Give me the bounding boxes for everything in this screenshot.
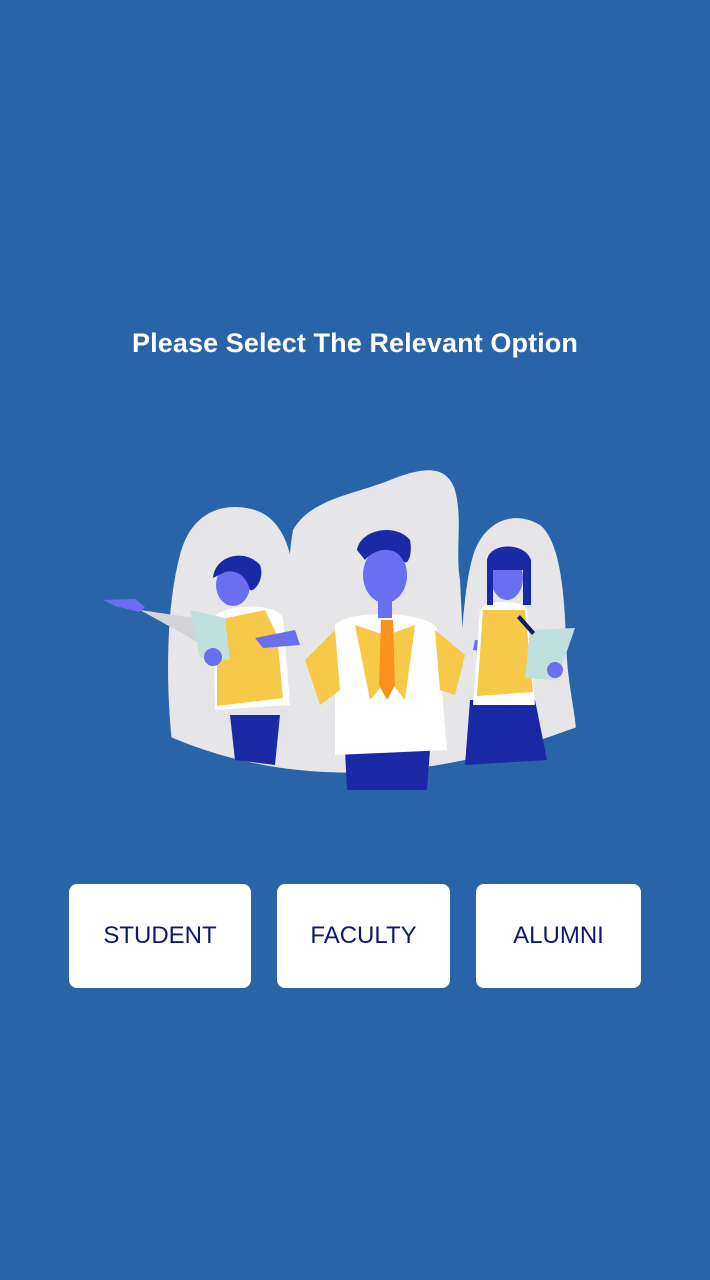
option-button-row: STUDENT FACULTY ALUMNI xyxy=(0,884,710,988)
alumni-button[interactable]: ALUMNI xyxy=(476,884,641,988)
people-group-illustration xyxy=(103,470,595,790)
page-title: Please Select The Relevant Option xyxy=(132,328,578,358)
faculty-button[interactable]: FACULTY xyxy=(277,884,450,988)
selection-screen: Please Select The Relevant Option STUDEN… xyxy=(0,0,710,1280)
student-button[interactable]: STUDENT xyxy=(69,884,251,988)
